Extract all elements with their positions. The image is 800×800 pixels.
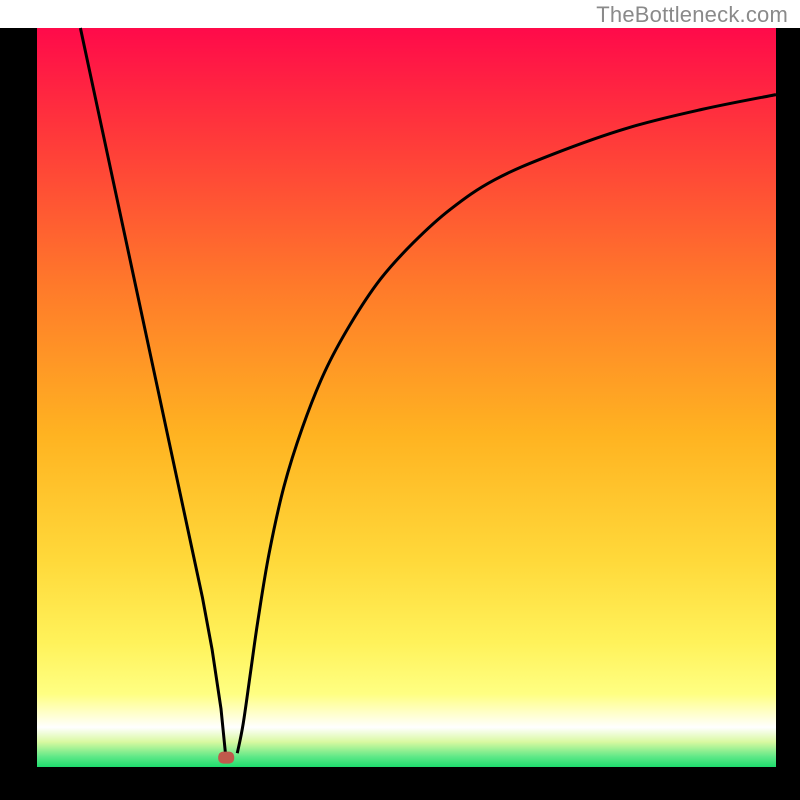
bottleneck-chart — [0, 0, 800, 800]
bottleneck-marker — [218, 752, 234, 764]
watermark-text: TheBottleneck.com — [596, 2, 788, 28]
plot-background — [36, 28, 776, 768]
chart-container: TheBottleneck.com — [0, 0, 800, 800]
